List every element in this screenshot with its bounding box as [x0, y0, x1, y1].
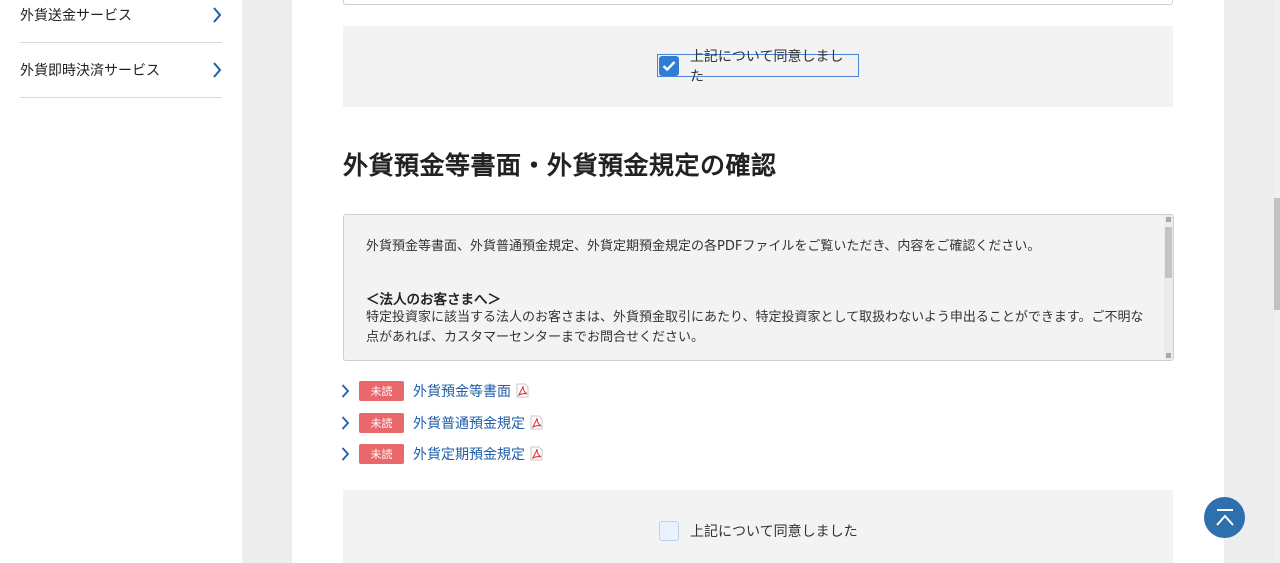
- agree-label-text: 上記について同意しました: [690, 523, 858, 540]
- right-gutter: [1224, 0, 1280, 563]
- sidebar-item-instant-settlement[interactable]: 外貨即時決済サービス: [20, 42, 222, 98]
- info-box: 外貨預金等書面、外貨普通預金規定、外貨定期預金規定の各PDFファイルをご覧いただ…: [343, 214, 1174, 361]
- page-scrollbar[interactable]: [1274, 0, 1280, 563]
- agree-label-text: 上記について同意しました: [689, 48, 844, 85]
- document-link[interactable]: 外貨定期預金規定: [413, 444, 525, 464]
- pdf-icon: [516, 383, 529, 398]
- previous-info-box: [343, 0, 1173, 5]
- document-link-row[interactable]: 未読 外貨定期預金規定: [341, 443, 543, 464]
- check-icon: [662, 60, 676, 71]
- agree-checkbox-top[interactable]: 上記について同意しました: [657, 49, 859, 85]
- chevron-right-icon: [213, 61, 222, 78]
- chevron-right-icon: [213, 6, 222, 23]
- page-scrollbar-thumb[interactable]: [1274, 198, 1280, 310]
- info-text: 外貨預金等書面、外貨普通預金規定、外貨定期預金規定の各PDFファイルをご覧いただ…: [366, 239, 1041, 254]
- document-link[interactable]: 外貨預金等書面: [413, 381, 511, 401]
- checkbox-checked[interactable]: [659, 55, 679, 76]
- scroll-down-arrow[interactable]: [1166, 353, 1171, 358]
- unread-badge: 未読: [359, 443, 404, 464]
- document-link[interactable]: 外貨普通預金規定: [413, 413, 525, 433]
- info-scrollbar-thumb[interactable]: [1165, 227, 1172, 278]
- chevron-right-icon: [341, 446, 350, 461]
- pdf-icon: [530, 415, 543, 430]
- sidebar-item-label: 外貨即時決済サービス: [20, 62, 160, 79]
- agree-checkbox-bottom[interactable]: 上記について同意しました: [659, 520, 858, 541]
- sidebar-item-label: 外貨送金サービス: [20, 7, 132, 24]
- agreement-panel-bottom: 上記について同意しました: [343, 490, 1173, 563]
- section-title: 外貨預金等書面・外貨預金規定の確認: [343, 151, 777, 180]
- left-gutter: [242, 0, 292, 563]
- unread-badge: 未読: [359, 380, 404, 401]
- sidebar: 外貨送金サービス 外貨即時決済サービス: [0, 0, 242, 563]
- info-subhead: ＜法人のお客さまへ＞: [366, 292, 501, 308]
- document-link-row[interactable]: 未読 外貨普通預金規定: [341, 412, 543, 433]
- chevron-right-icon: [341, 415, 350, 430]
- sidebar-item-foreign-remittance[interactable]: 外貨送金サービス: [20, 0, 222, 43]
- arrow-up-icon: [1215, 508, 1234, 526]
- unread-badge: 未読: [359, 412, 404, 433]
- agreement-panel-top: 上記について同意しました: [343, 26, 1173, 107]
- info-scrollbar[interactable]: [1164, 215, 1173, 360]
- checkbox-unchecked[interactable]: [659, 520, 679, 541]
- pdf-icon: [530, 446, 543, 461]
- scroll-up-arrow[interactable]: [1166, 217, 1171, 222]
- info-body: 特定投資家に該当する法人のお客さまは、外貨預金取引にあたり、特定投資家として取扱…: [366, 310, 1144, 345]
- back-to-top-button[interactable]: [1204, 497, 1245, 538]
- chevron-right-icon: [341, 383, 350, 398]
- document-link-row[interactable]: 未読 外貨預金等書面: [341, 380, 529, 401]
